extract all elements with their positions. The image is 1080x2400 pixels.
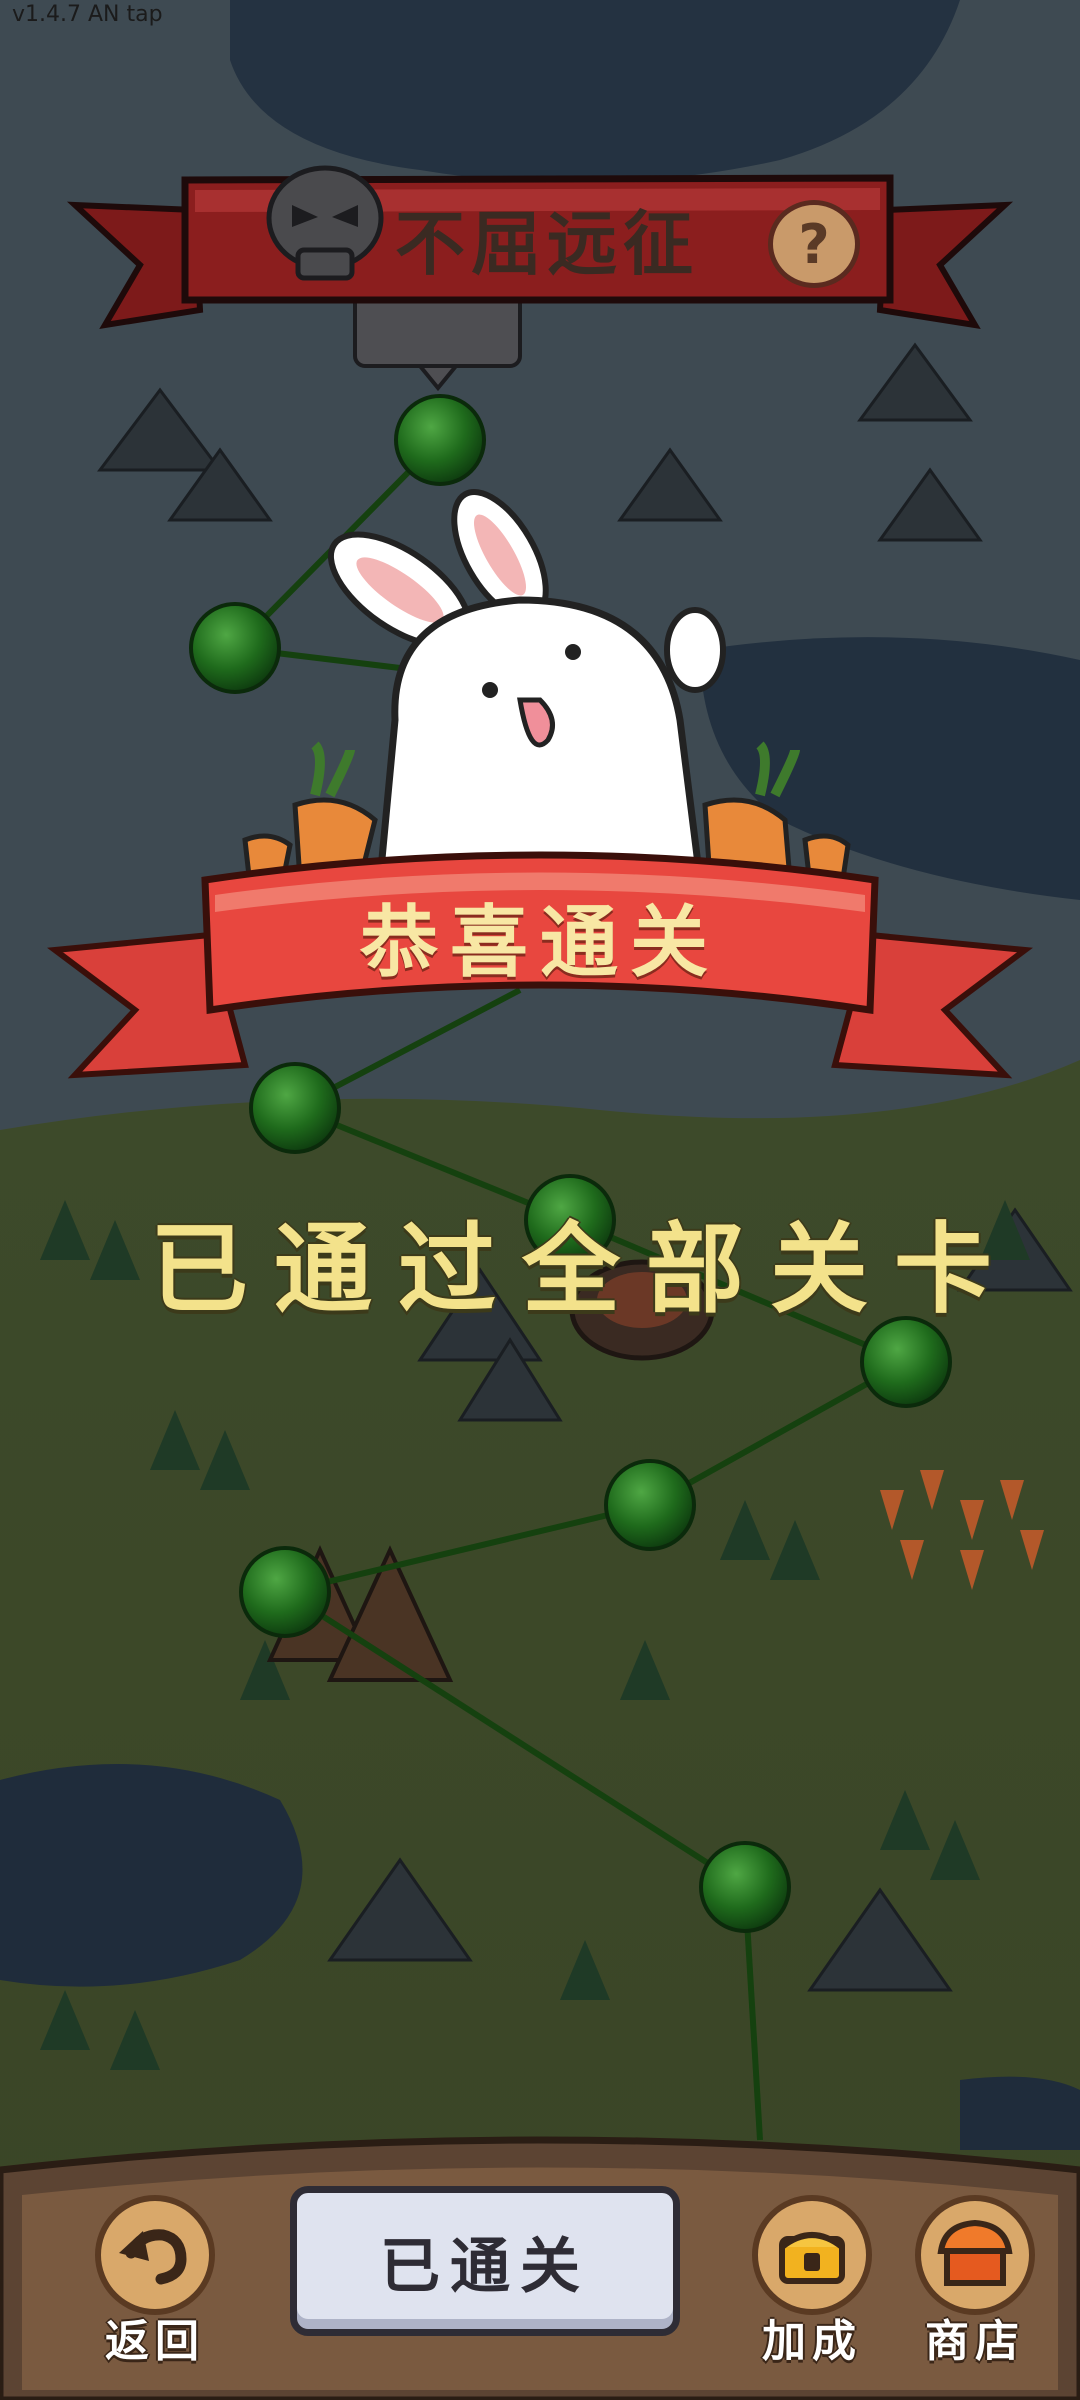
bonus-button[interactable] [752, 2195, 872, 2315]
back-button[interactable] [95, 2195, 215, 2315]
cleared-status-button[interactable]: 已通关 [290, 2186, 680, 2336]
shop-label: 商店 [925, 2316, 1025, 2367]
question-icon: ? [798, 212, 830, 276]
chest-icon [779, 2232, 845, 2284]
level-node [699, 1841, 791, 1933]
all-levels-cleared-message: 已通过全部关卡 [150, 1212, 1019, 1327]
back-label: 返回 [105, 2316, 205, 2367]
shop-button[interactable] [915, 2195, 1035, 2315]
help-button[interactable]: ? [768, 200, 860, 288]
cleared-status-label: 已通关 [380, 2231, 590, 2302]
level-node [249, 1062, 341, 1154]
congrats-title: 恭喜通关 [360, 897, 721, 988]
shop-stall-icon [937, 2219, 1013, 2286]
undo-arrow-icon [119, 2229, 187, 2285]
level-node [604, 1459, 696, 1551]
level-node [394, 394, 486, 486]
bonus-label: 加成 [762, 2316, 862, 2367]
level-node [239, 1546, 331, 1638]
expedition-title: 不屈远征 [395, 202, 699, 285]
version-label: v1.4.7 AN tap [12, 2, 163, 27]
level-node [189, 602, 281, 694]
